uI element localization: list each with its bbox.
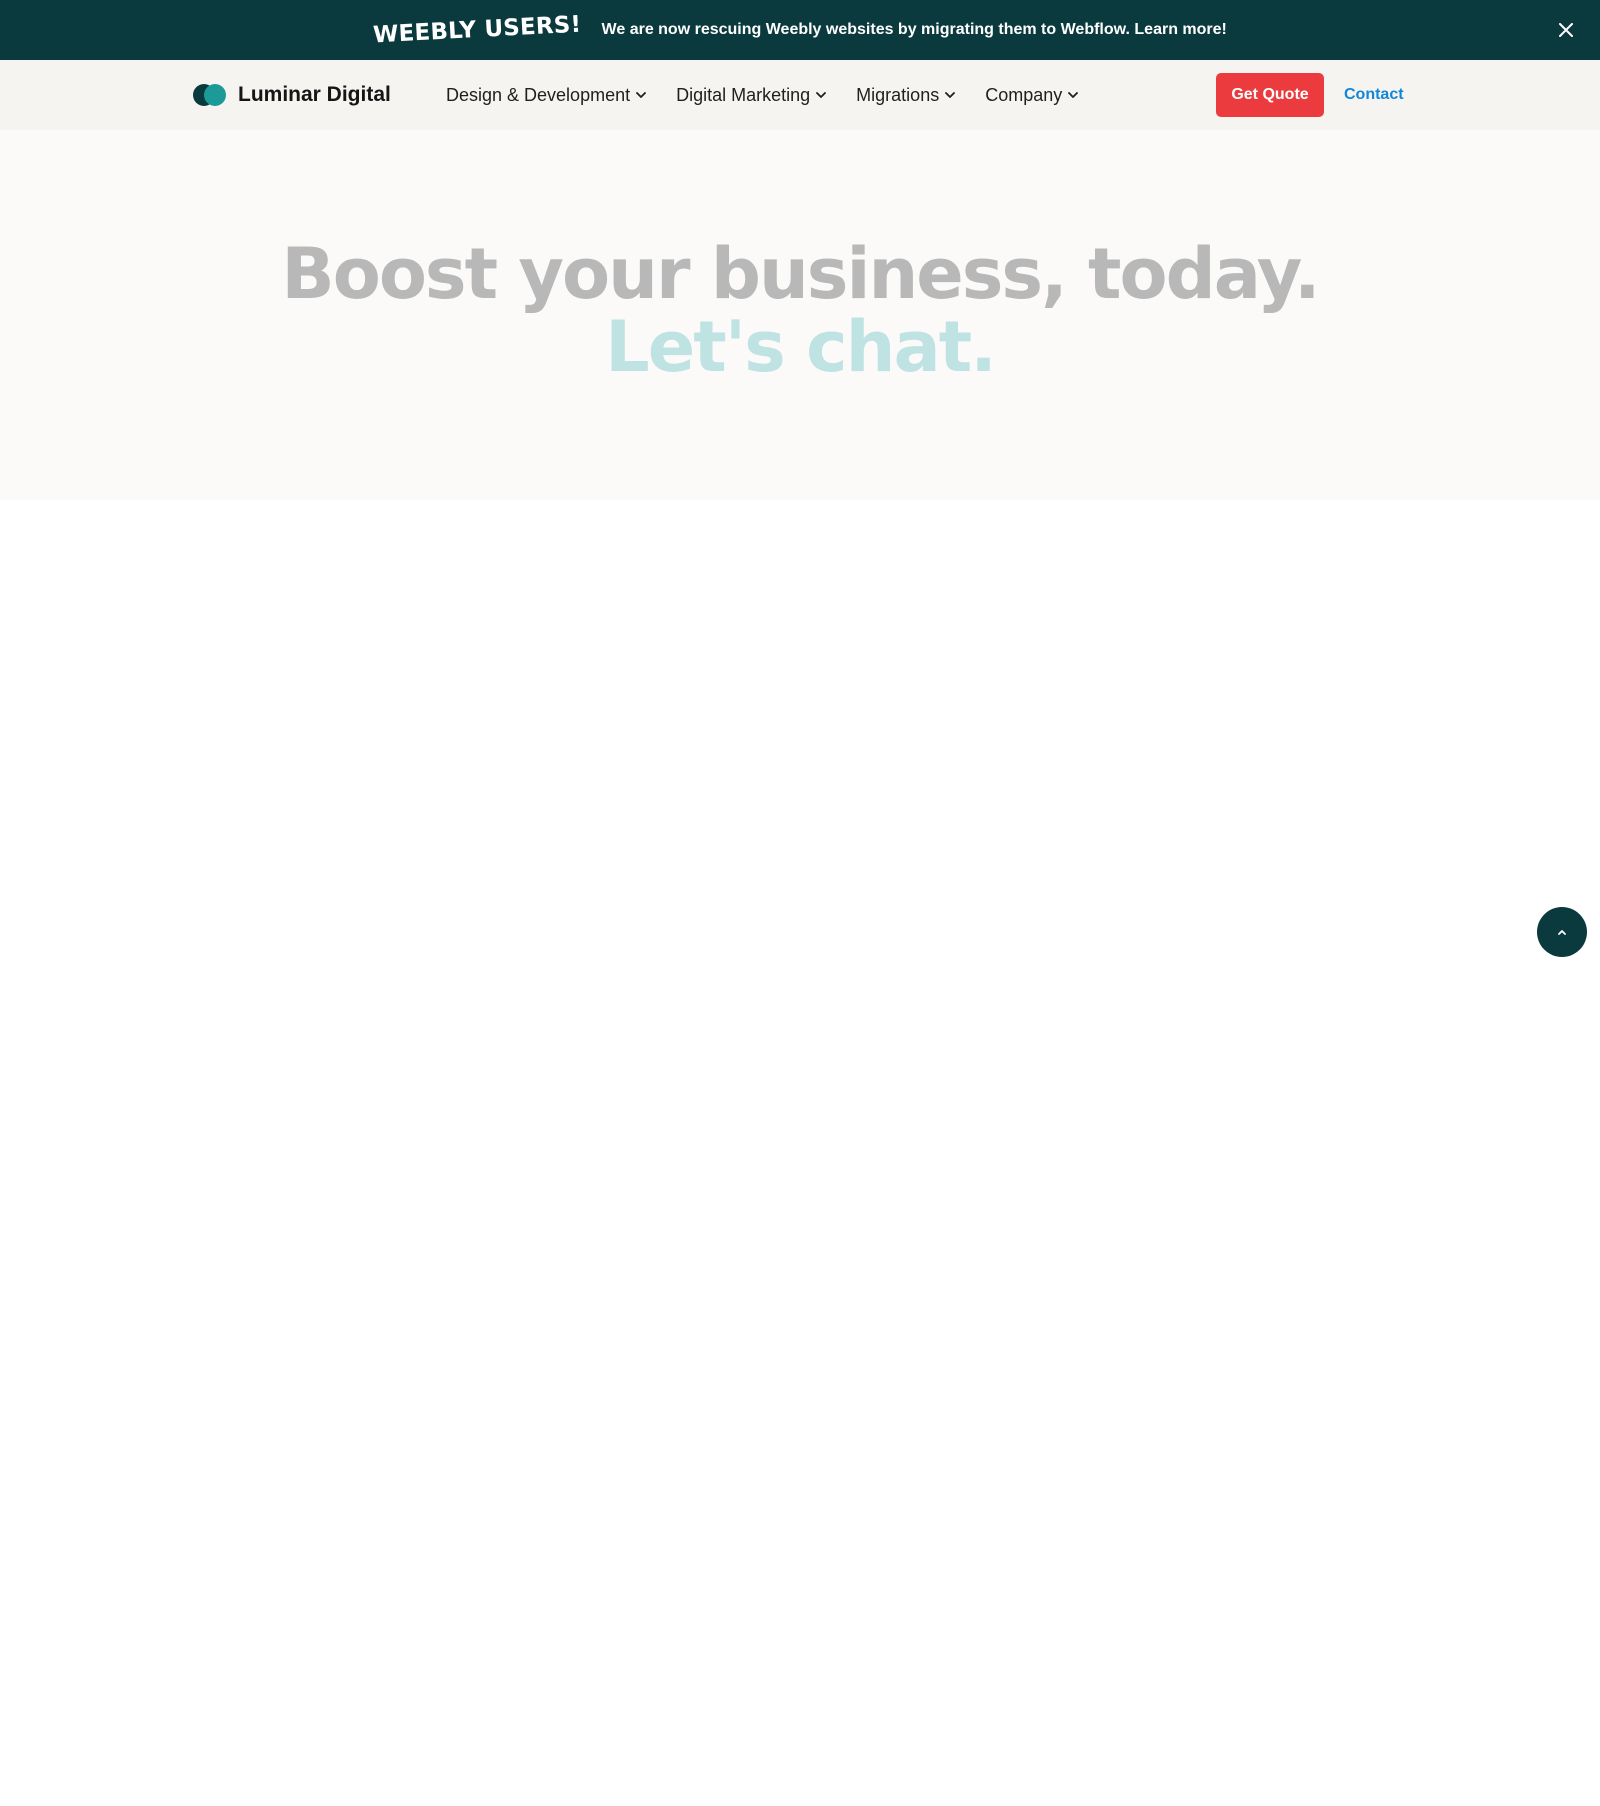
nav-item-digital-marketing[interactable]: Digital Marketing	[676, 84, 827, 106]
nav-item-design-development[interactable]: Design & Development	[446, 84, 647, 106]
nav-item-label: Digital Marketing	[676, 84, 811, 105]
hero-title: Boost your business, today.	[281, 233, 1320, 315]
nav-item-company[interactable]: Company	[985, 84, 1079, 106]
contact-link[interactable]: Contact	[1344, 73, 1404, 117]
nav-menu: Design & Development Digital Marketing M…	[446, 60, 1079, 130]
nav-item-label: Company	[985, 84, 1063, 105]
scroll-to-top-button[interactable]	[1537, 907, 1587, 957]
hero-section: Boost your business, today. Let's chat.	[0, 130, 1600, 500]
chevron-up-icon	[1558, 929, 1566, 935]
chevron-down-icon	[945, 91, 956, 98]
hero-subtitle: Let's chat.	[605, 306, 997, 388]
main-navbar: Luminar Digital Design & Development Dig…	[0, 60, 1600, 130]
chevron-down-icon	[636, 91, 647, 98]
banner-content: WEEBLY USERS! We are now rescuing Weebly…	[373, 12, 1227, 49]
get-quote-button[interactable]: Get Quote	[1216, 73, 1324, 117]
luminar-logo-icon	[193, 84, 226, 106]
banner-badge: WEEBLY USERS!	[372, 11, 583, 49]
logo-text: Luminar Digital	[238, 83, 391, 106]
announcement-banner: WEEBLY USERS! We are now rescuing Weebly…	[0, 0, 1600, 60]
logo-link[interactable]: Luminar Digital	[192, 80, 391, 110]
page: WEEBLY USERS! We are now rescuing Weebly…	[0, 0, 1600, 1806]
chevron-down-icon	[816, 91, 827, 98]
nav-item-migrations[interactable]: Migrations	[856, 84, 956, 106]
banner-close-button[interactable]	[1554, 18, 1578, 42]
chevron-down-icon	[1068, 91, 1079, 98]
banner-message: We are now rescuing Weebly websites by m…	[602, 21, 1227, 39]
nav-item-label: Migrations	[856, 84, 940, 105]
banner-message-text: We are now rescuing Weebly websites by m…	[601, 21, 1130, 38]
nav-item-label: Design & Development	[446, 84, 631, 105]
learn-more-link[interactable]: Learn more!	[1134, 21, 1226, 38]
close-icon	[1559, 23, 1573, 37]
